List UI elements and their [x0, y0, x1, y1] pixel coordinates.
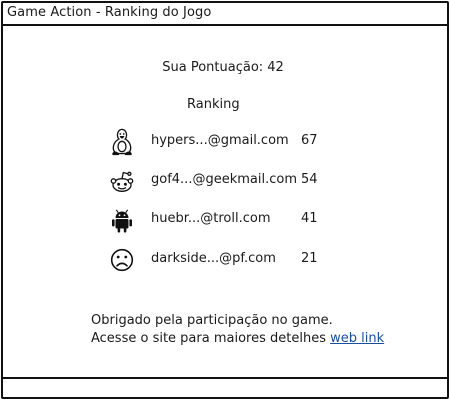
- footer-message: Obrigado pela participação no game. Aces…: [91, 312, 384, 348]
- ranking-score: 21: [301, 251, 318, 266]
- linux-tux-icon: [107, 127, 137, 157]
- ranking-row: darkside...@pf.com 21: [3, 245, 443, 275]
- ranking-row: hypers...@gmail.com 67: [3, 127, 443, 157]
- score-label: Sua Pontuação:: [162, 60, 264, 75]
- ranking-title: Ranking: [187, 97, 240, 112]
- sad-face-icon: [107, 245, 137, 275]
- ranking-row: gof4...@geekmail.com 54: [3, 166, 443, 196]
- web-link[interactable]: web link: [330, 331, 384, 346]
- reddit-alien-icon: [107, 166, 137, 196]
- site-text-line: Acesse o site para maiores detelhes web …: [91, 330, 384, 348]
- player-score: Sua Pontuação: 42: [3, 60, 443, 75]
- ranking-score: 54: [301, 172, 318, 187]
- ranking-email: huebr...@troll.com: [151, 211, 271, 226]
- ranking-email: gof4...@geekmail.com: [151, 172, 297, 187]
- ranking-score: 67: [301, 133, 318, 148]
- ranking-row: huebr...@troll.com 41: [3, 205, 443, 235]
- thanks-text: Obrigado pela participação no game.: [91, 313, 333, 328]
- site-text: Acesse o site para maiores detelhes: [91, 331, 326, 346]
- status-bar: [3, 377, 447, 397]
- game-ranking-window: Game Action - Ranking do Jogo Sua Pontua…: [1, 1, 449, 399]
- ranking-score: 41: [301, 211, 318, 226]
- ranking-email: darkside...@pf.com: [151, 251, 276, 266]
- android-robot-icon: [107, 205, 137, 235]
- ranking-email: hypers...@gmail.com: [151, 133, 289, 148]
- window-title: Game Action - Ranking do Jogo: [7, 5, 212, 20]
- score-value: 42: [267, 60, 284, 75]
- title-bar: Game Action - Ranking do Jogo: [3, 3, 447, 26]
